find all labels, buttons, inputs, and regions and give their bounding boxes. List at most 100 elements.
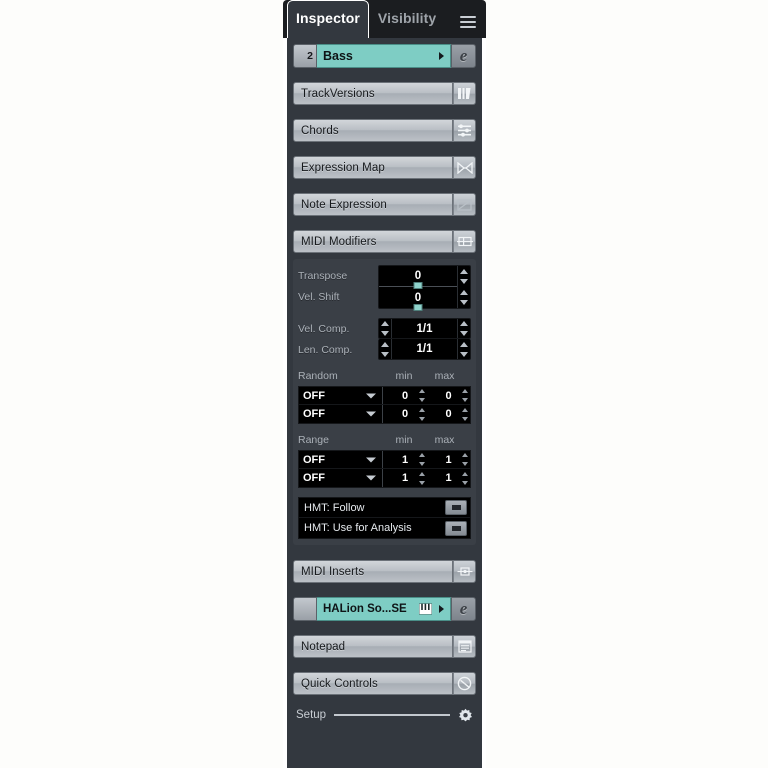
velcomp-spin-up[interactable] bbox=[379, 319, 391, 329]
chevron-down-icon[interactable] bbox=[366, 411, 376, 417]
section-notepad-button[interactable]: Notepad bbox=[293, 635, 453, 658]
velshift-spin-down[interactable] bbox=[458, 298, 470, 309]
lencomp-spin-down[interactable] bbox=[379, 349, 391, 359]
section-trackversions[interactable]: TrackVersions bbox=[293, 82, 476, 105]
range-row-1: OFF 1 1 bbox=[298, 450, 471, 469]
velshift-slider-handle[interactable] bbox=[413, 304, 423, 311]
range-min-1-spinner[interactable] bbox=[416, 451, 427, 468]
random-row-1: OFF 0 0 bbox=[298, 386, 471, 405]
section-notepad[interactable]: Notepad bbox=[293, 635, 476, 658]
section-expression-map-button[interactable]: Expression Map bbox=[293, 156, 453, 179]
midi-inserts-icon[interactable] bbox=[453, 560, 476, 583]
track-edit-button[interactable]: e bbox=[451, 44, 476, 68]
transpose-spin-up[interactable] bbox=[458, 266, 470, 277]
hmt-follow-label: HMT: Follow bbox=[304, 501, 365, 514]
transpose-value-cell[interactable]: 0 bbox=[379, 266, 457, 289]
notepad-icon[interactable] bbox=[453, 635, 476, 658]
quick-controls-icon[interactable] bbox=[453, 672, 476, 695]
velcomp-spin-down[interactable] bbox=[379, 329, 391, 339]
expression-map-icon[interactable] bbox=[453, 156, 476, 179]
lencomp-value: 1/1 bbox=[416, 343, 433, 355]
track-header-row[interactable]: 2 Bass e bbox=[293, 44, 476, 68]
chords-icon[interactable] bbox=[453, 119, 476, 142]
instrument-name-field[interactable]: HALion So...SE bbox=[317, 597, 451, 621]
instrument-edit-button[interactable]: e bbox=[451, 597, 476, 621]
lencomp-spin-down-2[interactable] bbox=[458, 349, 470, 359]
transpose-label: Transpose bbox=[298, 269, 348, 282]
inspector-content: 2 Bass e TrackVersions Chords Expression… bbox=[287, 38, 482, 768]
instrument-slot-button[interactable] bbox=[293, 597, 317, 621]
range-max-2[interactable]: 1 bbox=[427, 469, 470, 487]
section-expression-map-label: Expression Map bbox=[301, 161, 385, 174]
section-midi-modifiers[interactable]: MIDI Modifiers bbox=[293, 230, 476, 253]
random-min-1-spinner[interactable] bbox=[416, 387, 427, 404]
random-max-2-spinner[interactable] bbox=[459, 405, 470, 423]
range-max-2-spinner[interactable] bbox=[459, 469, 470, 487]
random-max-1[interactable]: 0 bbox=[427, 387, 470, 404]
random-target-2[interactable]: OFF bbox=[299, 405, 383, 423]
setup-row[interactable]: Setup bbox=[293, 703, 476, 727]
section-midi-inserts[interactable]: MIDI Inserts bbox=[293, 560, 476, 583]
track-versions-icon[interactable] bbox=[453, 82, 476, 105]
chevron-down-icon[interactable] bbox=[366, 457, 376, 462]
velshift-value-cell[interactable]: 0 bbox=[379, 287, 457, 311]
range-max-1[interactable]: 1 bbox=[427, 451, 470, 468]
range-min-2[interactable]: 1 bbox=[383, 469, 427, 487]
instrument-name-label: HALion So...SE bbox=[323, 603, 407, 615]
random-min-2-spinner[interactable] bbox=[416, 405, 427, 423]
section-note-expression-label: Note Expression bbox=[301, 198, 387, 211]
section-chords[interactable]: Chords bbox=[293, 119, 476, 142]
random-min-2[interactable]: 0 bbox=[383, 405, 427, 423]
caret-right-icon[interactable] bbox=[439, 52, 444, 60]
section-quick-controls[interactable]: Quick Controls bbox=[293, 672, 476, 695]
range-max-header: max bbox=[434, 433, 455, 446]
range-max-1-spinner[interactable] bbox=[459, 451, 470, 468]
random-target-2-value: OFF bbox=[303, 408, 325, 420]
lencomp-spin-up[interactable] bbox=[379, 339, 391, 349]
velcomp-spin-down-2[interactable] bbox=[458, 329, 470, 339]
velcomp-spin-up-2[interactable] bbox=[458, 319, 470, 329]
lencomp-field[interactable]: 1/1 bbox=[378, 339, 471, 360]
section-midi-modifiers-button[interactable]: MIDI Modifiers bbox=[293, 230, 453, 253]
note-expression-icon[interactable] bbox=[453, 193, 476, 216]
piano-keyboard-icon bbox=[419, 603, 432, 615]
track-name-field[interactable]: Bass bbox=[317, 44, 451, 68]
midi-modifiers-icon[interactable] bbox=[453, 230, 476, 253]
lencomp-label: Len. Comp. bbox=[298, 343, 353, 356]
transpose-spin-down[interactable] bbox=[458, 277, 470, 288]
range-target-1[interactable]: OFF bbox=[299, 451, 383, 468]
section-expression-map[interactable]: Expression Map bbox=[293, 156, 476, 179]
section-note-expression-button[interactable]: Note Expression bbox=[293, 193, 453, 216]
transpose-velshift-field[interactable]: 0 0 bbox=[378, 265, 471, 311]
hmt-follow-toggle[interactable] bbox=[445, 500, 467, 515]
tab-inspector[interactable]: Inspector bbox=[287, 0, 369, 38]
velcomp-field[interactable]: 1/1 bbox=[378, 318, 471, 339]
range-min-1-value: 1 bbox=[401, 453, 409, 466]
velcomp-label: Vel. Comp. bbox=[298, 322, 350, 335]
chevron-down-icon[interactable] bbox=[366, 393, 376, 398]
tab-visibility[interactable]: Visibility bbox=[369, 0, 445, 38]
section-trackversions-button[interactable]: TrackVersions bbox=[293, 82, 453, 105]
random-min-1[interactable]: 0 bbox=[383, 387, 427, 404]
velshift-spin-up[interactable] bbox=[458, 287, 470, 298]
random-title: Random bbox=[298, 369, 338, 382]
section-note-expression[interactable]: Note Expression bbox=[293, 193, 476, 216]
random-max-1-spinner[interactable] bbox=[459, 387, 470, 404]
slider-values: 0 0 bbox=[379, 266, 457, 311]
section-chords-button[interactable]: Chords bbox=[293, 119, 453, 142]
lencomp-spin-up-2[interactable] bbox=[458, 339, 470, 349]
section-midi-inserts-button[interactable]: MIDI Inserts bbox=[293, 560, 453, 583]
gear-icon[interactable] bbox=[458, 708, 473, 723]
instrument-row[interactable]: HALion So...SE e bbox=[293, 597, 476, 621]
range-target-2[interactable]: OFF bbox=[299, 469, 383, 487]
hmt-analysis-toggle[interactable] bbox=[445, 520, 467, 536]
section-quick-controls-button[interactable]: Quick Controls bbox=[293, 672, 453, 695]
range-min-2-spinner[interactable] bbox=[416, 469, 427, 487]
hamburger-icon[interactable] bbox=[460, 16, 476, 28]
random-max-2[interactable]: 0 bbox=[427, 405, 470, 423]
random-target-1[interactable]: OFF bbox=[299, 387, 383, 404]
caret-right-icon[interactable] bbox=[439, 605, 444, 613]
range-min-1[interactable]: 1 bbox=[383, 451, 427, 468]
chevron-down-icon[interactable] bbox=[366, 475, 376, 481]
